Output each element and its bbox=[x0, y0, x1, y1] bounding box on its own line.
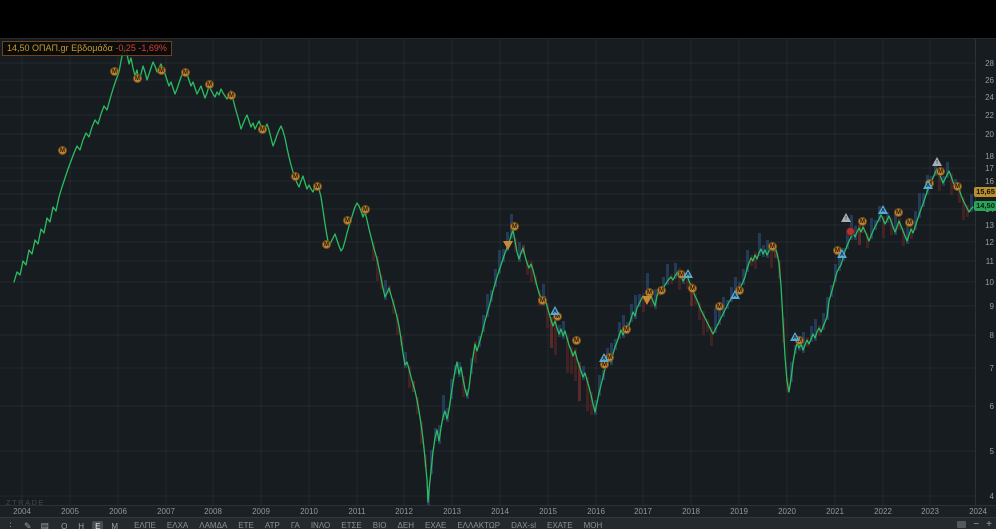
event-marker-dividend[interactable]: Μ bbox=[715, 302, 724, 311]
table-icon[interactable]: ▤ bbox=[41, 521, 50, 529]
ticker-ΕΛΧΑ[interactable]: ΕΛΧΑ bbox=[167, 521, 188, 529]
zoom-in-button[interactable]: + bbox=[986, 520, 992, 529]
event-marker-dividend[interactable]: Μ bbox=[157, 66, 166, 75]
upper-price-badge[interactable]: 15,65 bbox=[974, 187, 996, 197]
event-marker-dividend[interactable]: Μ bbox=[936, 167, 945, 176]
year-tick-label: 2020 bbox=[778, 507, 796, 516]
event-markers-layer: ΜΜΜΜΜΜΜΜΜΜΜΜΜΜΜΜΜΜΜΜΜΜΜΜΜΜΜΜΜΜΜΜΜΜΜΑΑΑΑΑ… bbox=[0, 39, 975, 506]
event-marker-blue[interactable]: Α bbox=[878, 205, 888, 214]
last-price-badge[interactable]: 14,50 bbox=[974, 201, 996, 211]
ticker-ΜΟΗ[interactable]: ΜΟΗ bbox=[584, 521, 603, 529]
event-marker-dividend[interactable]: Μ bbox=[510, 222, 519, 231]
ticker-ΓΑ[interactable]: ΓΑ bbox=[291, 521, 300, 529]
event-marker-gray[interactable]: ! bbox=[841, 213, 851, 222]
year-tick-label: 2012 bbox=[395, 507, 413, 516]
ticker-ΙΝΛΟ[interactable]: ΙΝΛΟ bbox=[311, 521, 330, 529]
event-marker-dividend[interactable]: Μ bbox=[953, 182, 962, 191]
event-marker-dividend[interactable]: Μ bbox=[688, 284, 697, 293]
panel-icon[interactable] bbox=[957, 521, 967, 528]
year-tick-label: 2014 bbox=[491, 507, 509, 516]
year-tick-label: 2013 bbox=[443, 507, 461, 516]
event-marker-dividend[interactable]: Μ bbox=[538, 296, 547, 305]
ticker-ΕΛΛΑΚΤΩΡ[interactable]: ΕΛΛΑΚΤΩΡ bbox=[457, 521, 500, 529]
event-marker-dividend[interactable]: Μ bbox=[110, 67, 119, 76]
ticker-ΕΛΠΕ[interactable]: ΕΛΠΕ bbox=[134, 521, 156, 529]
year-tick-label: 2011 bbox=[348, 507, 366, 516]
year-tick-label: 2006 bbox=[109, 507, 127, 516]
event-marker-dividend[interactable]: Μ bbox=[58, 146, 67, 155]
ticker-ΒΙΟ[interactable]: ΒΙΟ bbox=[373, 521, 387, 529]
event-marker-dividend[interactable]: Μ bbox=[181, 68, 190, 77]
event-marker-dividend[interactable]: Μ bbox=[258, 125, 267, 134]
event-marker-orange-triangle[interactable] bbox=[642, 296, 652, 305]
ticker-ΕΤΕ[interactable]: ΕΤΕ bbox=[238, 521, 254, 529]
event-marker-dividend[interactable]: Μ bbox=[858, 217, 867, 226]
top-black-bar bbox=[0, 0, 996, 38]
ticker-ΕΤΣΕ[interactable]: ΕΤΣΕ bbox=[341, 521, 362, 529]
year-tick-label: 2024 bbox=[969, 507, 987, 516]
year-tick-label: 2017 bbox=[634, 507, 652, 516]
event-marker-orange-triangle[interactable] bbox=[503, 241, 513, 250]
ticker-DAX-sl[interactable]: DAX-sl bbox=[511, 521, 536, 529]
ticker-ΕΧΑΕ[interactable]: ΕΧΑΕ bbox=[425, 521, 446, 529]
year-tick-label: 2009 bbox=[252, 507, 270, 516]
event-marker-dividend[interactable]: Μ bbox=[322, 240, 331, 249]
event-marker-dividend[interactable]: Μ bbox=[622, 325, 631, 334]
event-marker-dividend[interactable]: Μ bbox=[205, 80, 214, 89]
event-marker-dividend[interactable]: Μ bbox=[361, 205, 370, 214]
year-tick-label: 2022 bbox=[874, 507, 892, 516]
ztrade-app: ΜΜΜΜΜΜΜΜΜΜΜΜΜΜΜΜΜΜΜΜΜΜΜΜΜΜΜΜΜΜΜΜΜΜΜΑΑΑΑΑ… bbox=[0, 0, 996, 529]
ticker-ΔΕΗ[interactable]: ΔΕΗ bbox=[398, 521, 414, 529]
chart-zoom-controls: − + bbox=[957, 520, 992, 529]
bottom-toolbar: ⋮ ✎ ▤ ΟΗΕΜ ΕΛΠΕ ΕΛΧΑ ΛΑΜΔΑ ΕΤΕ ΑΤΡ ΓΑ ΙΝΛΟ ΕΤΣΕ… bbox=[0, 517, 996, 529]
year-tick-label: 2005 bbox=[61, 507, 79, 516]
event-marker-dividend[interactable]: Μ bbox=[572, 336, 581, 345]
ticker-ΛΑΜΔΑ[interactable]: ΛΑΜΔΑ bbox=[199, 521, 227, 529]
year-tick-label: 2019 bbox=[730, 507, 748, 516]
change-pct-label: -1,69% bbox=[138, 43, 167, 53]
event-marker-dividend[interactable]: Μ bbox=[343, 216, 352, 225]
price-axis[interactable]: 282624222018171615141312111098765415,651… bbox=[974, 39, 996, 506]
timeframe-Ε[interactable]: Ε bbox=[92, 521, 104, 529]
event-marker-dividend[interactable]: Μ bbox=[645, 288, 654, 297]
year-tick-label: 2021 bbox=[826, 507, 844, 516]
timeframe-Η[interactable]: Η bbox=[75, 521, 87, 529]
pencil-icon[interactable]: ✎ bbox=[24, 521, 32, 529]
year-tick-label: 2010 bbox=[300, 507, 318, 516]
year-tick-label: 2018 bbox=[682, 507, 700, 516]
instrument-legend[interactable]: 14,50 ΟΠΑΠ.gr Εβδομάδα -0,25 -1,69% bbox=[2, 41, 172, 56]
timeframe-Ο[interactable]: Ο bbox=[58, 521, 70, 529]
ticker-ΑΤΡ[interactable]: ΑΤΡ bbox=[265, 521, 280, 529]
last-price-label: 14,50 bbox=[7, 43, 30, 53]
change-label: -0,25 bbox=[115, 43, 136, 53]
ticker-ΕΧΑΤΕ[interactable]: ΕΧΑΤΕ bbox=[547, 521, 573, 529]
event-marker-blue[interactable]: Α bbox=[550, 306, 560, 315]
kebab-menu-icon[interactable]: ⋮ bbox=[6, 521, 15, 529]
event-marker-dividend[interactable]: Μ bbox=[313, 182, 322, 191]
year-tick-label: 2015 bbox=[539, 507, 557, 516]
event-marker-dividend[interactable]: Μ bbox=[905, 218, 914, 227]
year-tick-label: 2023 bbox=[921, 507, 939, 516]
year-tick-label: 2007 bbox=[157, 507, 175, 516]
zoom-out-button[interactable]: − bbox=[973, 520, 979, 529]
event-marker-dividend[interactable]: Μ bbox=[657, 286, 666, 295]
timeframe-Μ[interactable]: Μ bbox=[108, 521, 121, 529]
year-tick-label: 2008 bbox=[204, 507, 222, 516]
symbol-label: ΟΠΑΠ.gr bbox=[32, 43, 69, 53]
year-tick-label: 2004 bbox=[13, 507, 31, 516]
event-marker-dividend[interactable]: Μ bbox=[227, 91, 236, 100]
timeframe-buttons: ΟΗΕΜ bbox=[58, 521, 126, 529]
event-marker-dividend[interactable]: Μ bbox=[133, 74, 142, 83]
timeframe-label: Εβδομάδα bbox=[71, 43, 113, 53]
year-tick-label: 2016 bbox=[587, 507, 605, 516]
event-marker-dividend[interactable]: Μ bbox=[894, 208, 903, 217]
event-marker-gray[interactable]: ! bbox=[932, 157, 942, 166]
ticker-list: ΕΛΠΕ ΕΛΧΑ ΛΑΜΔΑ ΕΤΕ ΑΤΡ ΓΑ ΙΝΛΟ ΕΤΣΕ ΒΙΟ ΔΕΗ ΕΧΑΕ Ε… bbox=[134, 521, 602, 529]
event-marker-dividend[interactable]: Μ bbox=[291, 172, 300, 181]
chart-region[interactable]: ΜΜΜΜΜΜΜΜΜΜΜΜΜΜΜΜΜΜΜΜΜΜΜΜΜΜΜΜΜΜΜΜΜΜΜΑΑΑΑΑ… bbox=[0, 38, 996, 507]
event-marker-red[interactable] bbox=[846, 227, 855, 236]
event-marker-dividend[interactable]: Μ bbox=[768, 242, 777, 251]
